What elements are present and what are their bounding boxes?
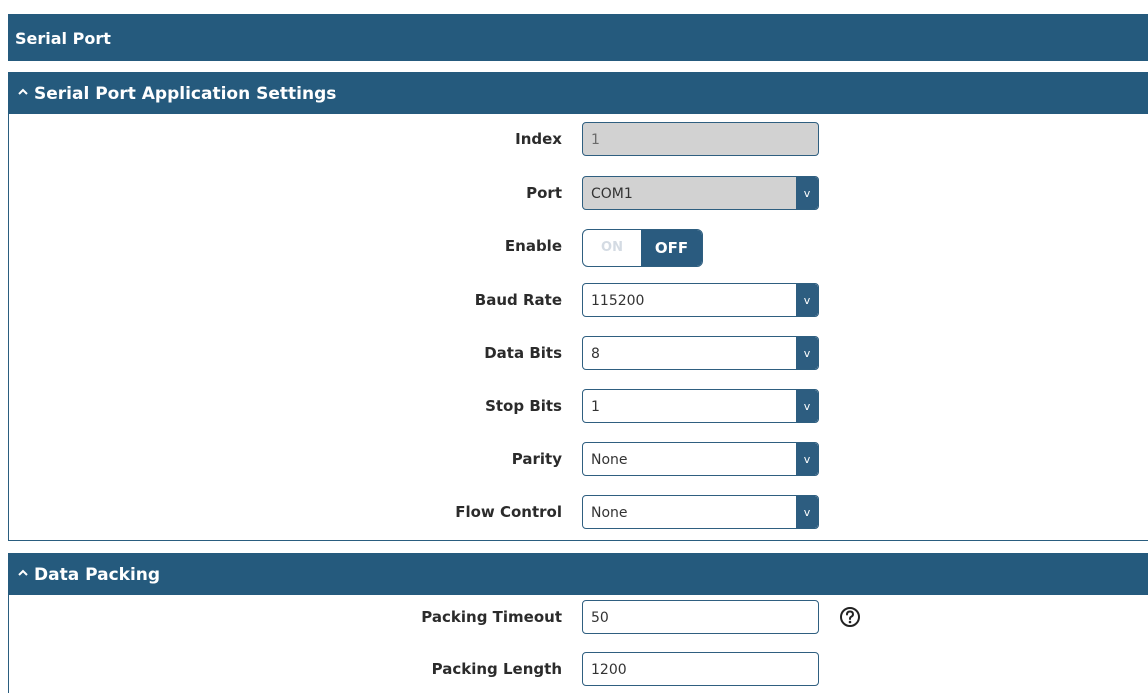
row-data-bits: Data Bits 8 v: [9, 336, 1148, 370]
enable-toggle[interactable]: ON OFF: [582, 229, 703, 267]
section-body-app-settings: Index 1 Port COM1 v Enable ON OFF Baud R…: [8, 114, 1148, 541]
baud-rate-value: 115200: [591, 293, 645, 309]
toggle-off-label: OFF: [641, 230, 702, 266]
baud-rate-label: Baud Rate: [474, 291, 562, 309]
parity-value: None: [591, 452, 628, 468]
packing-length-label: Packing Length: [431, 660, 562, 678]
toggle-on-label: ON: [601, 240, 623, 255]
stop-bits-value: 1: [591, 399, 600, 415]
section-body-data-packing: Packing Timeout 50 Packing Length 1200: [8, 595, 1148, 693]
row-packing-length: Packing Length 1200: [9, 652, 1148, 686]
packing-timeout-label: Packing Timeout: [421, 608, 562, 626]
packing-timeout-input[interactable]: 50: [582, 600, 819, 634]
data-bits-select[interactable]: 8 v: [582, 336, 819, 370]
stop-bits-label: Stop Bits: [485, 397, 562, 415]
chevron-down-icon: v: [796, 390, 818, 422]
data-bits-label: Data Bits: [484, 344, 562, 362]
flow-control-label: Flow Control: [455, 503, 562, 521]
port-value: COM1: [591, 186, 633, 202]
flow-control-value: None: [591, 505, 628, 521]
stop-bits-select[interactable]: 1 v: [582, 389, 819, 423]
parity-label: Parity: [511, 450, 562, 468]
row-baud-rate: Baud Rate 115200 v: [9, 283, 1148, 317]
section-header-data-packing[interactable]: Data Packing: [8, 553, 1148, 595]
packing-length-input[interactable]: 1200: [582, 652, 819, 686]
index-field[interactable]: 1: [582, 122, 819, 156]
section-title-data-packing: Data Packing: [34, 565, 161, 585]
row-flow-control: Flow Control None v: [9, 495, 1148, 529]
port-label: Port: [526, 184, 562, 202]
enable-label: Enable: [504, 237, 562, 255]
row-enable: Enable ON OFF: [9, 229, 1148, 267]
row-index: Index 1: [9, 122, 1148, 156]
row-stop-bits: Stop Bits 1 v: [9, 389, 1148, 423]
data-bits-value: 8: [591, 346, 600, 362]
row-packing-timeout: Packing Timeout 50: [9, 600, 1148, 634]
port-select[interactable]: COM1 v: [582, 176, 819, 210]
chevron-up-icon: [18, 88, 28, 95]
chevron-down-icon: v: [796, 177, 818, 209]
chevron-down-icon: v: [796, 284, 818, 316]
chevron-up-icon: [18, 569, 28, 576]
page: Serial Port Serial Port Application Sett…: [0, 0, 1148, 693]
section-header-app-settings[interactable]: Serial Port Application Settings: [8, 72, 1148, 114]
chevron-down-icon: v: [796, 337, 818, 369]
page-title: Serial Port: [8, 14, 1148, 61]
flow-control-select[interactable]: None v: [582, 495, 819, 529]
index-label: Index: [515, 130, 562, 148]
row-port: Port COM1 v: [9, 176, 1148, 210]
help-icon[interactable]: [839, 606, 861, 628]
section-title-app-settings: Serial Port Application Settings: [34, 84, 337, 104]
chevron-down-icon: v: [796, 443, 818, 475]
parity-select[interactable]: None v: [582, 442, 819, 476]
row-parity: Parity None v: [9, 442, 1148, 476]
baud-rate-select[interactable]: 115200 v: [582, 283, 819, 317]
chevron-down-icon: v: [796, 496, 818, 528]
